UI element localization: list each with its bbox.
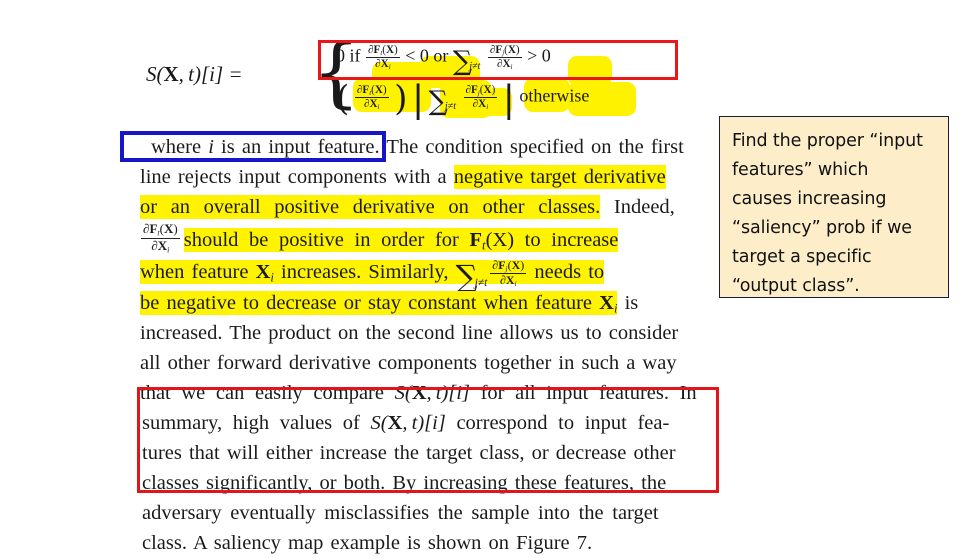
line-5-highlighted-text-a: when feature bbox=[140, 260, 256, 284]
line-9-text-b: for all input features. In bbox=[469, 382, 697, 404]
callout-line: “output class”. bbox=[732, 276, 860, 296]
line-4-highlighted-text-a: should be positive in order for bbox=[183, 228, 459, 253]
case-two-otherwise: otherwise bbox=[519, 85, 590, 106]
callout-line: causes increasing bbox=[732, 189, 887, 209]
case-two-close-paren: ) bbox=[394, 79, 408, 120]
line-13-text: adversary eventually misclassifies the s… bbox=[142, 502, 659, 524]
paragraph-line-4: ∂Ft(X) ∂Xi should be positive in order f… bbox=[140, 221, 722, 256]
line-5-x-symbol: Xi bbox=[255, 260, 274, 285]
line-11-text: tures that will either increase the targ… bbox=[142, 442, 676, 464]
case-one-fraction-1: ∂Ft(X) ∂Xi bbox=[366, 44, 400, 72]
line-5-highlighted-text-b: increases. Similarly, bbox=[273, 260, 456, 284]
paragraph-line-3: or an overall positive derivative on oth… bbox=[140, 192, 722, 222]
line-6-text: is bbox=[617, 292, 639, 314]
paper-excerpt: S(X, t)[i] = { 0 if ∂Ft(X) ∂Xi < 0 or ∑j… bbox=[140, 26, 722, 554]
case-two-fraction-1: ∂Ft(X) ∂Xi bbox=[354, 84, 389, 112]
line-4-highlighted-text-b: to increase bbox=[524, 228, 619, 253]
paragraph-line-9: that we can easily compare S(X, t)[i] fo… bbox=[140, 378, 722, 408]
case-one-value: 0 bbox=[336, 45, 345, 66]
case-one-comparator-1: < 0 bbox=[405, 45, 429, 66]
line-6-x-symbol: Xi bbox=[599, 291, 618, 316]
case-two-fraction-2: ∂Fj(X) ∂Xi bbox=[463, 84, 498, 112]
line-3-text: Indeed, bbox=[600, 196, 675, 218]
case-two-sum-subscript: j≠t bbox=[444, 100, 457, 112]
paragraph-line-13: adversary eventually misclassifies the s… bbox=[140, 498, 722, 528]
paragraph-line-7: increased. The product on the second lin… bbox=[140, 318, 722, 348]
equation-case-one: 0 if ∂Ft(X) ∂Xi < 0 or ∑j≠t ∂Fj(X) ∂Xi >… bbox=[336, 44, 551, 74]
callout-line: Find the proper “input bbox=[732, 131, 923, 151]
case-one-fraction-2: ∂Fj(X) ∂Xi bbox=[487, 44, 522, 72]
paragraph-line-11: tures that will either increase the targ… bbox=[140, 438, 722, 468]
line-9-text-a: that we can easily compare bbox=[140, 382, 395, 404]
paragraph-line-2: line rejects input components with a neg… bbox=[140, 162, 722, 192]
paragraph-line-8: all other forward derivative components … bbox=[140, 348, 722, 378]
callout-line: features” which bbox=[732, 160, 869, 180]
equation-case-two: ( ∂Ft(X) ∂Xi ) | ∑j≠t ∂Fj(X) ∂Xi | other… bbox=[336, 82, 590, 118]
line-1-text-a: where bbox=[151, 136, 209, 158]
line-8-text: all other forward derivative components … bbox=[140, 352, 677, 374]
line-7-text: increased. The product on the second lin… bbox=[140, 322, 679, 344]
abs-bar-close-icon: | bbox=[502, 79, 515, 121]
callout-line: “saliency” prob if we bbox=[732, 218, 912, 238]
case-one-connector: or bbox=[433, 45, 449, 66]
case-one-if: if bbox=[349, 45, 361, 66]
paragraph-line-6: be negative to decrease or stay constant… bbox=[140, 288, 722, 318]
line-5-highlighted-text-c: needs to bbox=[527, 260, 605, 284]
line-9-math-term: S(X, t)[i] bbox=[394, 382, 470, 404]
case-one-comparator-2: > 0 bbox=[527, 45, 551, 66]
line-1-text-b: is an input feature. The condition speci… bbox=[213, 136, 684, 158]
line-2-text: line rejects input components with a bbox=[140, 166, 454, 188]
line-5-fraction: ∂Fj(X) ∂Xi bbox=[489, 259, 528, 288]
callout-line: target a specific bbox=[732, 247, 872, 267]
line-10-text-a: summary, high values of bbox=[142, 412, 371, 434]
slide-canvas: S(X, t)[i] = { 0 if ∂Ft(X) ∂Xi < 0 or ∑j… bbox=[0, 0, 960, 554]
line-4-math-term: Ft(X) bbox=[469, 228, 515, 253]
line-5-sum: ∑j≠t bbox=[455, 259, 490, 296]
paragraph-line-14: class. A saliency map example is shown o… bbox=[140, 528, 722, 558]
paragraph-line-5: when feature Xi increases. Similarly, ∑j… bbox=[140, 256, 722, 296]
line-14-text: class. A saliency map example is shown o… bbox=[142, 532, 593, 554]
line-12-text: classes significantly, or both. By incre… bbox=[142, 472, 667, 494]
abs-bar-open-icon: | bbox=[411, 79, 425, 121]
annotation-callout-note: Find the proper “input features” which c… bbox=[719, 116, 949, 298]
line-10-math-term: S(X, t)[i] bbox=[370, 412, 446, 434]
paragraph-line-10: summary, high values of S(X, t)[i] corre… bbox=[140, 408, 722, 438]
line-10-text-b: correspond to input fea- bbox=[445, 412, 670, 434]
case-two-open-paren: ( bbox=[336, 79, 350, 120]
paragraph-line-1: where i is an input feature. The conditi… bbox=[140, 132, 722, 162]
paragraph-line-12: classes significantly, or both. By incre… bbox=[140, 468, 722, 498]
line-3-highlighted-text: or an overall positive derivative on oth… bbox=[140, 195, 601, 219]
line-4-fraction: ∂Ft(X) ∂Xi bbox=[141, 221, 180, 255]
case-one-sum-subscript: j≠t bbox=[469, 60, 481, 72]
line-6-highlighted-text: be negative to decrease or stay constant… bbox=[140, 291, 600, 315]
line-2-highlighted-text: negative target derivative bbox=[453, 165, 666, 189]
saliency-equation: S(X, t)[i] = { 0 if ∂Ft(X) ∂Xi < 0 or ∑j… bbox=[140, 26, 722, 126]
equation-lhs: S(X, t)[i] = bbox=[146, 62, 243, 86]
